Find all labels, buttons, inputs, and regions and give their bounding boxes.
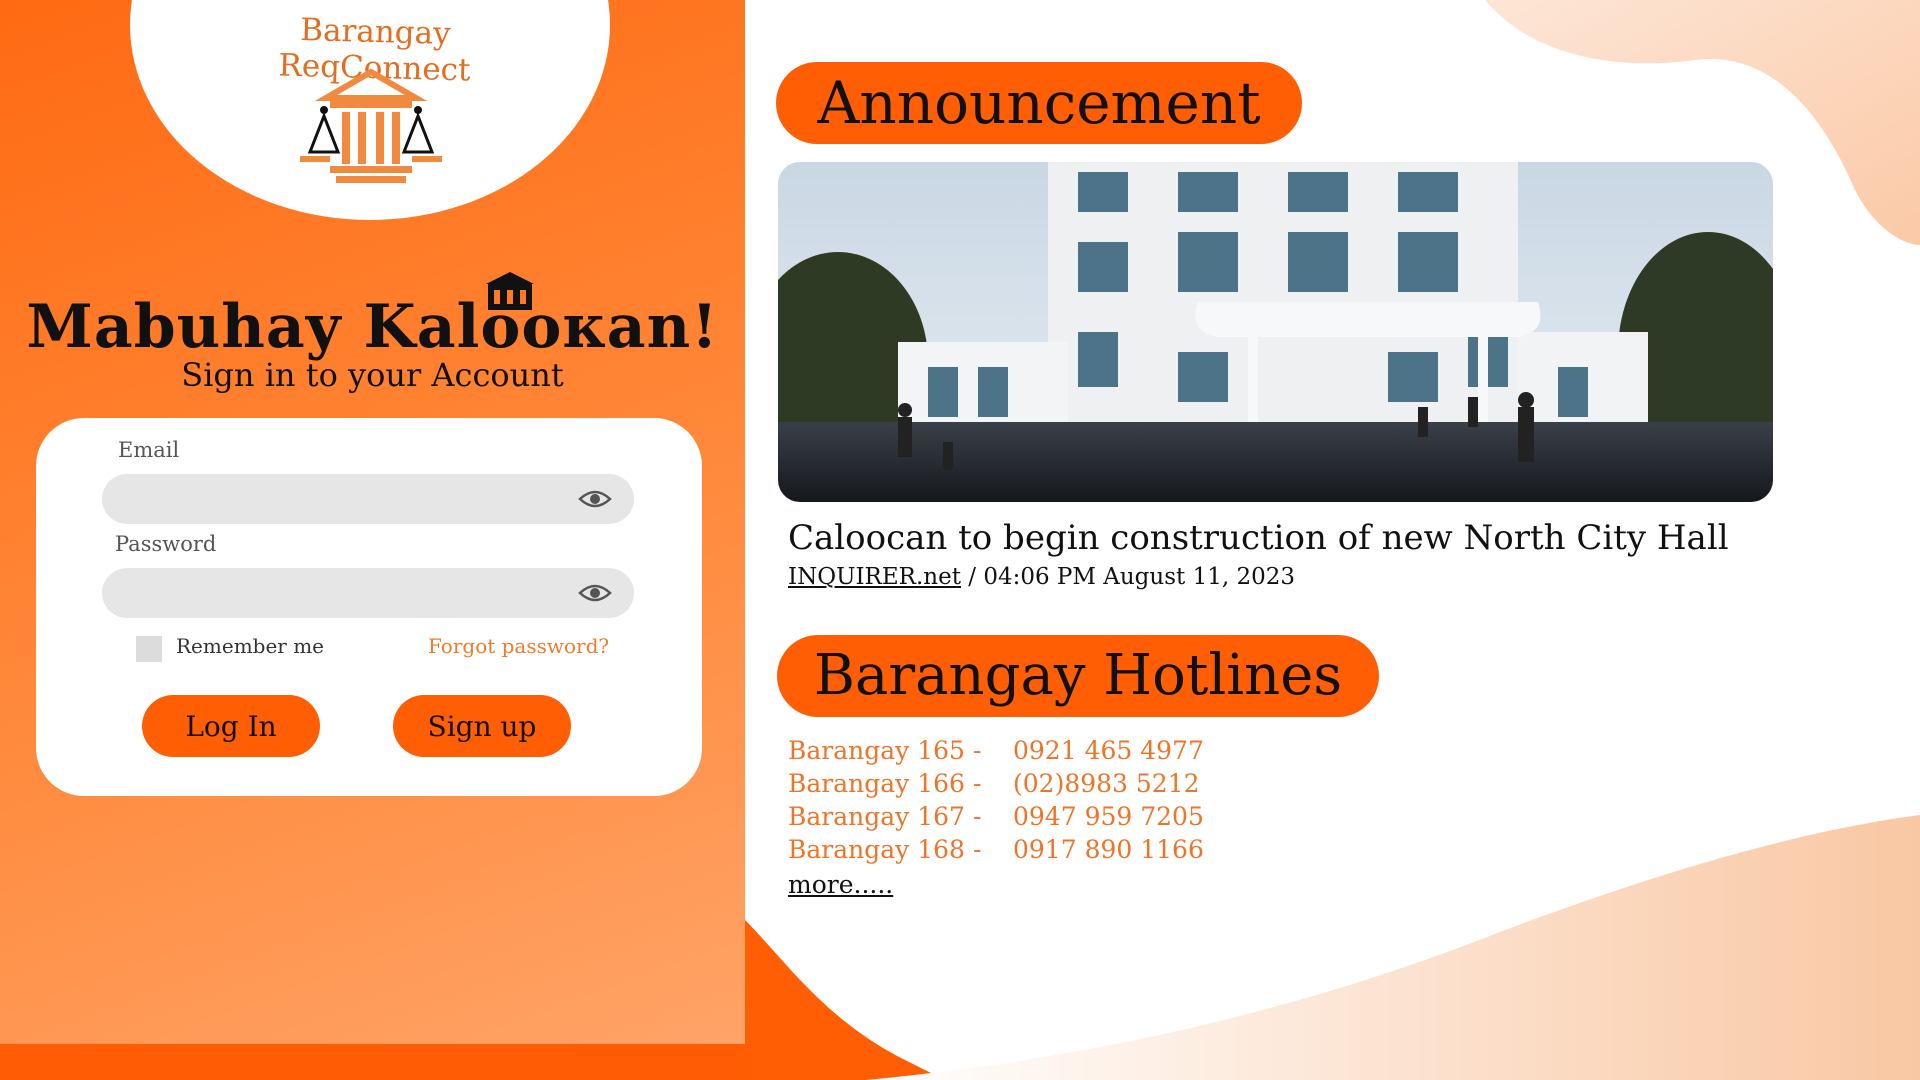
- hotline-name: Barangay 166: [788, 769, 965, 798]
- hotline-dash: -: [973, 835, 982, 864]
- welcome-title: Mabuhay Kaloокan!: [26, 292, 719, 362]
- remember-me-label: Remember me: [176, 634, 325, 658]
- password-field[interactable]: [102, 568, 542, 618]
- news-meta: INQUIRER.net / 04:06 PM August 11, 2023: [788, 564, 1295, 590]
- hotlines-heading: Barangay Hotlines: [777, 635, 1379, 717]
- eye-icon[interactable]: [578, 487, 612, 511]
- hotline-name: Barangay 167: [788, 802, 965, 831]
- news-separator: /: [960, 564, 984, 590]
- info-panel: Announcement Caloocan to begin construct…: [745, 0, 1920, 1080]
- news-source-link[interactable]: INQUIRER.net: [788, 564, 961, 590]
- welcome-subtitle: Sign in to your Account: [181, 356, 564, 394]
- hotline-name: Barangay 168: [788, 835, 965, 864]
- bottom-strip: [0, 1044, 745, 1080]
- hotline-dash: -: [973, 802, 982, 831]
- justice-building-scales-icon: [300, 68, 442, 183]
- email-label: Email: [118, 438, 180, 462]
- login-card: Email Password Remember me Forgot passwo…: [36, 418, 702, 796]
- password-field-wrapper: [102, 568, 634, 618]
- hotline-number: 0947 959 7205: [1013, 802, 1204, 831]
- signup-button[interactable]: Sign up: [393, 695, 571, 757]
- hotline-dash: -: [973, 769, 982, 798]
- password-label: Password: [115, 532, 217, 556]
- hotline-number: 0917 890 1166: [1013, 835, 1204, 864]
- remember-me-checkbox[interactable]: [136, 636, 162, 662]
- forgot-password-link[interactable]: Forgot password?: [428, 634, 609, 658]
- city-hall-photo[interactable]: [778, 162, 1773, 502]
- news-timestamp: 04:06 PM August 11, 2023: [983, 564, 1295, 590]
- eye-icon[interactable]: [578, 581, 612, 605]
- email-field-wrapper: [102, 474, 634, 524]
- more-hotlines-link[interactable]: more.....: [788, 870, 893, 899]
- news-title[interactable]: Caloocan to begin construction of new No…: [788, 518, 1729, 558]
- hotline-dash: -: [973, 736, 982, 765]
- email-field[interactable]: [102, 474, 542, 524]
- login-button[interactable]: Log In: [142, 695, 320, 757]
- announcement-heading: Announcement: [776, 62, 1302, 144]
- login-panel: Barangay ReqConnect Mabuhay Kaloокan! Si…: [0, 0, 745, 1080]
- hotline-number: (02)8983 5212: [1013, 769, 1200, 798]
- hotline-name: Barangay 165: [788, 736, 965, 765]
- hotline-number: 0921 465 4977: [1013, 736, 1204, 765]
